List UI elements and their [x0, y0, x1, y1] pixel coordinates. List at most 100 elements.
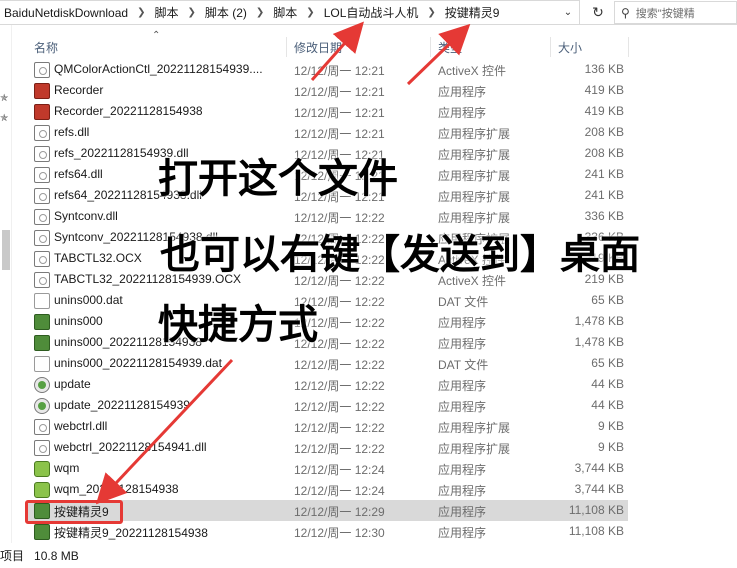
file-row[interactable]: unins000.dat 12/12/周一 12:22 DAT 文件 65 KB — [28, 290, 628, 311]
column-divider[interactable] — [430, 37, 431, 57]
file-name: update_20221128154939 — [54, 398, 190, 412]
file-size: 208 KB — [584, 146, 624, 160]
file-type: DAT 文件 — [438, 358, 489, 372]
file-type: 应用程序扩展 — [438, 190, 511, 204]
crumb-script-1[interactable]: 脚本 — [154, 4, 178, 21]
column-header-date[interactable]: 修改日期 — [294, 39, 342, 56]
file-name: update — [54, 377, 91, 391]
file-row[interactable]: wqm 12/12/周一 12:24 应用程序 3,744 KB — [28, 458, 628, 479]
file-icon — [34, 272, 50, 288]
file-type: 应用程序 — [438, 106, 487, 120]
scrollbar-thumb[interactable] — [2, 230, 10, 270]
file-date: 12/12/周一 12:29 — [294, 505, 385, 519]
file-icon — [34, 251, 50, 267]
crumb-current-folder[interactable]: 按键精灵9 — [445, 4, 500, 21]
file-icon — [34, 146, 50, 162]
file-row[interactable]: Recorder 12/12/周一 12:21 应用程序 419 KB — [28, 80, 628, 101]
file-row[interactable]: webctrl_20221128154941.dll 12/12/周一 12:22… — [28, 437, 628, 458]
file-name: wqm_20221128154938 — [54, 482, 179, 496]
file-row[interactable]: unins000 12/12/周一 12:22 应用程序 1,478 KB — [28, 311, 628, 332]
crumb-baidunetdisk[interactable]: BaiduNetdiskDownload — [4, 6, 128, 20]
file-icon — [34, 125, 50, 141]
file-date: 12/12/周一 12:22 — [294, 421, 385, 435]
file-icon — [34, 524, 50, 540]
file-size: 336 KB — [584, 209, 624, 223]
file-size: 208 KB — [584, 125, 624, 139]
file-row[interactable]: QMColorActionCtl_20221128154939.... 12/12… — [28, 59, 628, 80]
file-name: Syntconv.dll — [54, 209, 118, 223]
file-row[interactable]: wqm_20221128154938 12/12/周一 12:24 应用程序 3,74… — [28, 479, 628, 500]
column-divider[interactable] — [628, 37, 629, 57]
navigation-pane[interactable]: ✯ ✯ — [0, 25, 12, 543]
file-name: 按键精灵9_20221128154938 — [54, 526, 208, 540]
file-icon — [34, 482, 50, 498]
status-items-label: 项目 — [0, 549, 25, 563]
file-size: 44 KB — [591, 377, 624, 391]
file-size: 3,744 KB — [574, 482, 624, 496]
address-bar: BaiduNetdiskDownload ❯ 脚本 ❯ 脚本 (2) ❯ 脚本 … — [0, 0, 737, 25]
file-date: 12/12/周一 12:21 — [294, 127, 385, 141]
status-selected-size: 10.8 MB — [34, 548, 79, 563]
file-size: 65 KB — [591, 293, 624, 307]
file-icon — [34, 209, 50, 225]
file-name: unins000_20221128154939.dat — [54, 356, 222, 370]
file-date: 12/12/周一 12:22 — [294, 400, 385, 414]
column-header-size[interactable]: 大小 — [558, 39, 582, 56]
file-row[interactable]: webctrl.dll 12/12/周一 12:22 应用程序扩展 9 KB — [28, 416, 628, 437]
file-size: 136 KB — [584, 62, 624, 76]
file-size: 11,108 KB — [568, 503, 624, 517]
file-row[interactable]: update_20221128154939 12/12/周一 12:22 应用程序 4… — [28, 395, 628, 416]
file-date: 12/12/周一 12:21 — [294, 64, 385, 78]
file-name: wqm — [54, 461, 80, 475]
column-header-type[interactable]: 类型 — [438, 39, 462, 56]
file-type: 应用程序扩展 — [438, 421, 511, 435]
chevron-down-icon[interactable]: ⌄ — [557, 0, 579, 25]
file-size: 3,744 KB — [574, 461, 624, 475]
refresh-icon[interactable]: ↻ — [587, 0, 609, 25]
column-headers: 名称 修改日期 类型 大小 — [28, 37, 708, 57]
file-type: 应用程序扩展 — [438, 442, 511, 456]
file-name: QMColorActionCtl_20221128154939.... — [54, 62, 263, 76]
file-icon — [34, 230, 50, 246]
crumb-lol[interactable]: LOL自动战斗人机 — [324, 4, 419, 21]
file-row[interactable]: update 12/12/周一 12:22 应用程序 44 KB — [28, 374, 628, 395]
file-size: 9 KB — [597, 419, 624, 433]
column-header-name[interactable]: 名称 — [34, 39, 58, 56]
selection-highlight-box — [25, 500, 123, 524]
file-size: 9 KB — [597, 440, 624, 454]
file-type: 应用程序扩展 — [438, 169, 511, 183]
breadcrumb[interactable]: BaiduNetdiskDownload ❯ 脚本 ❯ 脚本 (2) ❯ 脚本 … — [0, 0, 580, 25]
file-icon — [34, 335, 50, 351]
file-name: Recorder — [54, 83, 104, 97]
file-row[interactable]: unins000_20221128154939.dat 12/12/周一 12:2… — [28, 353, 628, 374]
column-divider[interactable] — [550, 37, 551, 57]
crumb-script-3[interactable]: 脚本 — [273, 4, 297, 21]
file-row[interactable]: unins000_20221128154938 12/12/周一 12:22 应用程… — [28, 332, 628, 353]
overlay-caption-3: 快捷方式 — [158, 302, 318, 348]
file-icon — [34, 419, 50, 435]
file-icon — [34, 104, 50, 120]
file-icon — [34, 83, 50, 99]
file-type: 应用程序 — [438, 526, 487, 540]
file-row[interactable]: 按键精灵9_20221128154938 12/12/周一 12:30 应用程序 11… — [28, 521, 628, 542]
file-icon — [34, 377, 50, 393]
file-row[interactable]: refs.dll 12/12/周一 12:21 应用程序扩展 208 KB — [28, 122, 628, 143]
column-divider[interactable] — [286, 37, 287, 57]
search-placeholder: 搜索"按键精 — [635, 7, 695, 20]
file-row[interactable]: Recorder_20221128154938 12/12/周一 12:21 应用程… — [28, 101, 628, 122]
file-size: 11,108 KB — [568, 524, 624, 538]
file-icon — [34, 314, 50, 330]
file-size: 1,478 KB — [574, 335, 624, 349]
search-input[interactable]: ⚲ 搜索"按键精 — [614, 1, 737, 24]
file-name: refs.dll — [54, 125, 90, 139]
file-icon — [34, 398, 50, 414]
file-type: ActiveX 控件 — [438, 64, 507, 78]
crumb-script-2[interactable]: 脚本 (2) — [205, 4, 247, 21]
search-icon: ⚲ — [621, 5, 630, 20]
pin-icon: ✯ — [0, 113, 9, 124]
file-date: 12/12/周一 12:24 — [294, 463, 385, 477]
file-type: 应用程序 — [438, 505, 487, 519]
file-type: 应用程序 — [438, 400, 487, 414]
chevron-right-icon: ❯ — [187, 7, 196, 18]
file-date: 12/12/周一 12:21 — [294, 85, 385, 99]
